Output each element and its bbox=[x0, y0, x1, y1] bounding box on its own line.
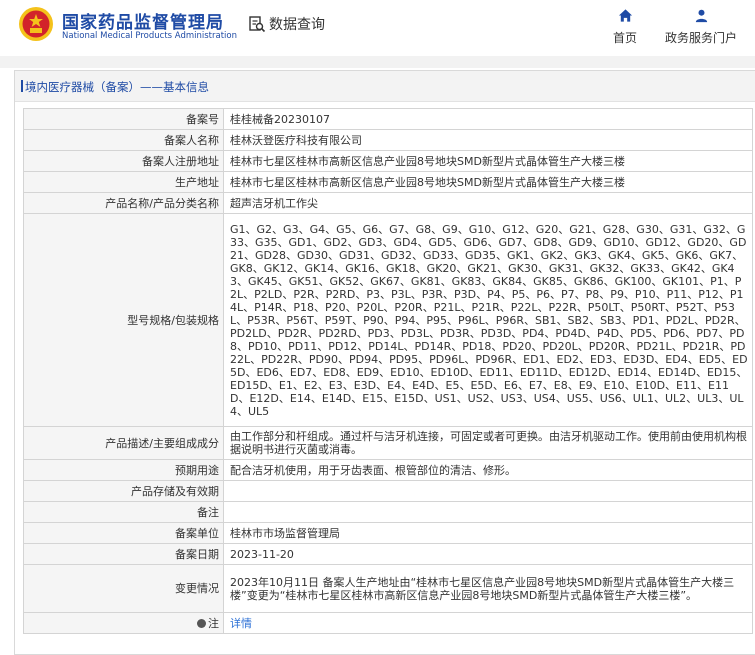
value-production-address: 桂林市七星区桂林市高新区信息产业园8号地块SMD新型片式晶体管生产大楼三楼 bbox=[223, 171, 753, 193]
row-note: 注 详情 bbox=[23, 612, 753, 634]
row-product-name: 产品名称/产品分类名称 超声洁牙机工作尖 bbox=[23, 192, 753, 214]
nav-service-portal[interactable]: 政务服务门户 bbox=[656, 8, 746, 46]
row-filing-date: 备案日期 2023-11-20 bbox=[23, 543, 753, 565]
site-name-en: National Medical Products Administration bbox=[62, 31, 237, 41]
label-registered-address: 备案人注册地址 bbox=[23, 150, 224, 172]
row-intended-use: 预期用途 配合洁牙机使用，用于牙齿表面、根管部位的清洁、修形。 bbox=[23, 459, 753, 481]
header-separator bbox=[0, 56, 755, 68]
value-registrant-name: 桂林沃登医疗科技有限公司 bbox=[223, 129, 753, 151]
row-remarks: 备注 bbox=[23, 501, 753, 523]
label-filing-unit: 备案单位 bbox=[23, 522, 224, 544]
label-product-name: 产品名称/产品分类名称 bbox=[23, 192, 224, 214]
label-model-spec: 型号规格/包装规格 bbox=[23, 213, 224, 427]
detail-panel: 境内医疗器械（备案）——基本信息 备案号 桂桂械备20230107 备案人名称 … bbox=[14, 70, 755, 655]
label-remarks: 备注 bbox=[23, 501, 224, 523]
home-icon bbox=[618, 9, 632, 22]
value-model-spec: G1、G2、G3、G4、G5、G6、G7、G8、G9、G10、G12、G20、G… bbox=[223, 213, 753, 427]
row-model-spec: 型号规格/包装规格 G1、G2、G3、G4、G5、G6、G7、G8、G9、G10… bbox=[23, 213, 753, 427]
row-change-history: 变更情况 2023年10月11日 备案人生产地址由“桂林市七星区信息产业园8号地… bbox=[23, 564, 753, 613]
row-registered-address: 备案人注册地址 桂林市七星区桂林市高新区信息产业园8号地块SMD新型片式晶体管生… bbox=[23, 150, 753, 172]
site-name-cn[interactable]: 国家药品监督管理局 bbox=[62, 8, 224, 33]
row-product-description: 产品描述/主要组成成分 由工作部分和杆组成。通过杆与洁牙机连接，可固定或者可更换… bbox=[23, 426, 753, 460]
value-remarks bbox=[223, 501, 753, 523]
label-product-description: 产品描述/主要组成成分 bbox=[23, 426, 224, 460]
note-label: 注 bbox=[208, 616, 219, 630]
user-icon bbox=[695, 9, 707, 23]
value-storage-validity bbox=[223, 480, 753, 502]
label-intended-use: 预期用途 bbox=[23, 459, 224, 481]
row-storage-validity: 产品存储及有效期 bbox=[23, 480, 753, 502]
value-filing-date: 2023-11-20 bbox=[223, 543, 753, 565]
row-record-number: 备案号 桂桂械备20230107 bbox=[23, 108, 753, 130]
label-note: 注 bbox=[23, 612, 224, 634]
value-note: 详情 bbox=[223, 612, 753, 634]
value-change-history: 2023年10月11日 备案人生产地址由“桂林市七星区信息产业园8号地块SMD新… bbox=[223, 564, 753, 613]
bulb-icon bbox=[197, 618, 206, 628]
label-storage-validity: 产品存储及有效期 bbox=[23, 480, 224, 502]
data-query-link[interactable]: 数据查询 bbox=[248, 14, 325, 34]
details-link[interactable]: 详情 bbox=[230, 617, 252, 630]
search-document-icon bbox=[249, 16, 266, 33]
label-filing-date: 备案日期 bbox=[23, 543, 224, 565]
value-record-number: 桂桂械备20230107 bbox=[223, 108, 753, 130]
label-change-history: 变更情况 bbox=[23, 564, 224, 613]
value-product-description: 由工作部分和杆组成。通过杆与洁牙机连接，可固定或者可更换。由洁牙机驱动工作。使用… bbox=[223, 426, 753, 460]
breadcrumb-marker bbox=[21, 80, 23, 92]
label-registrant-name: 备案人名称 bbox=[23, 129, 224, 151]
nav-portal-label: 政务服务门户 bbox=[664, 31, 737, 45]
breadcrumb: 境内医疗器械（备案）——基本信息 bbox=[15, 71, 755, 102]
national-emblem-icon[interactable] bbox=[18, 6, 54, 42]
data-query-label: 数据查询 bbox=[269, 17, 325, 33]
value-intended-use: 配合洁牙机使用，用于牙齿表面、根管部位的清洁、修形。 bbox=[223, 459, 753, 481]
label-record-number: 备案号 bbox=[23, 108, 224, 130]
nav-home-label: 首页 bbox=[612, 31, 637, 45]
breadcrumb-title: 境内医疗器械（备案）——基本信息 bbox=[25, 80, 209, 94]
top-header: 国家药品监督管理局 National Medical Products Admi… bbox=[0, 0, 755, 56]
record-info-table: 备案号 桂桂械备20230107 备案人名称 桂林沃登医疗科技有限公司 备案人注… bbox=[23, 108, 753, 634]
row-registrant-name: 备案人名称 桂林沃登医疗科技有限公司 bbox=[23, 129, 753, 151]
row-filing-unit: 备案单位 桂林市市场监督管理局 bbox=[23, 522, 753, 544]
label-production-address: 生产地址 bbox=[23, 171, 224, 193]
row-production-address: 生产地址 桂林市七星区桂林市高新区信息产业园8号地块SMD新型片式晶体管生产大楼… bbox=[23, 171, 753, 193]
value-product-name: 超声洁牙机工作尖 bbox=[223, 192, 753, 214]
value-filing-unit: 桂林市市场监督管理局 bbox=[223, 522, 753, 544]
value-registered-address: 桂林市七星区桂林市高新区信息产业园8号地块SMD新型片式晶体管生产大楼三楼 bbox=[223, 150, 753, 172]
